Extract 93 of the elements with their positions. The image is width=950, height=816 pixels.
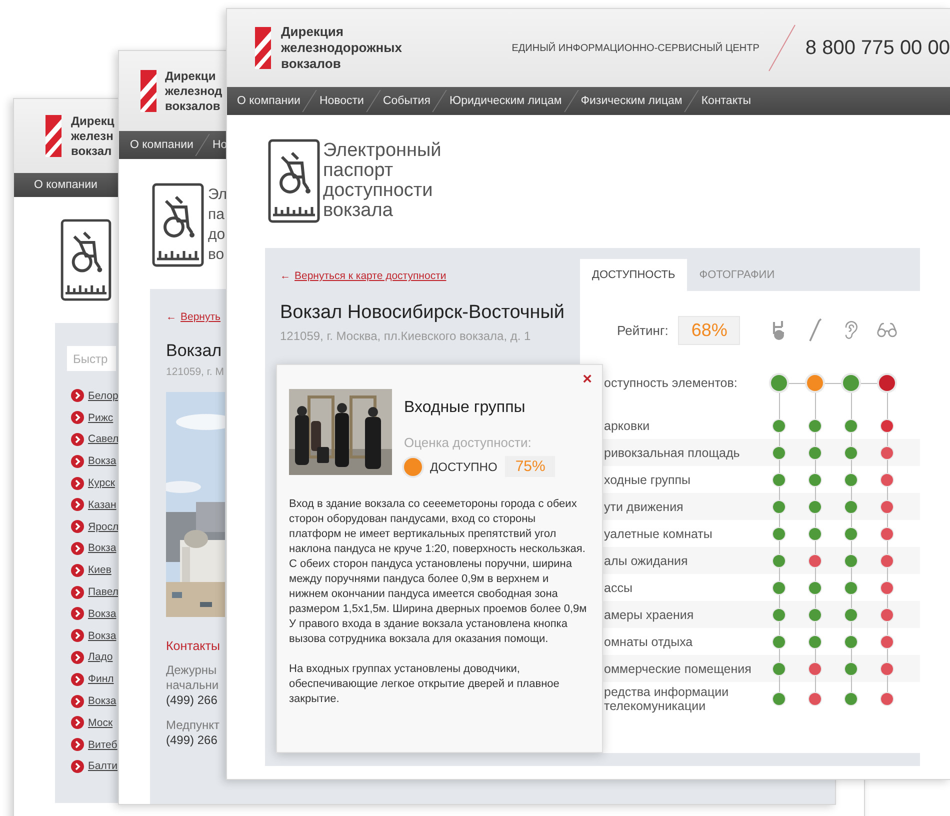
contact-phone: (499) 266 — [166, 693, 218, 708]
status-value: 75% — [505, 456, 556, 477]
wheelchair-ruler-icon — [268, 139, 320, 223]
chevron-bullet-icon — [71, 694, 84, 708]
station-link[interactable]: Курск — [88, 477, 115, 490]
chevron-bullet-icon — [71, 542, 84, 555]
rating-label: Оценка доступности: — [404, 435, 532, 450]
station-link[interactable]: Балти — [88, 760, 118, 772]
logo-text: Дирекция железнодорожных вокзалов — [281, 24, 402, 72]
rating-value: 68% — [678, 316, 740, 344]
close-button[interactable]: × — [580, 371, 594, 389]
station-link[interactable]: Вокза — [88, 542, 116, 554]
popup-title: Входные группы — [404, 399, 526, 417]
row-label: ходные группы — [604, 472, 691, 486]
chevron-bullet-icon — [71, 454, 84, 468]
chevron-bullet-icon — [71, 760, 84, 773]
station-link[interactable]: Савел — [88, 433, 119, 446]
stick-icon — [808, 318, 822, 342]
station-link[interactable]: Вокза — [88, 695, 116, 708]
station-link[interactable]: Вокза — [88, 630, 116, 642]
slash-divider — [767, 23, 798, 73]
station-link[interactable]: Витеб — [88, 738, 118, 751]
striped-logo-icon — [255, 26, 271, 70]
service-center-label: ЕДИНЫЙ ИНФОРМАЦИОННО-СЕРВИСНЫЙ ЦЕНТР — [512, 42, 760, 54]
chevron-bullet-icon — [71, 564, 84, 577]
summary-label: оступность элементов: — [604, 376, 738, 390]
striped-logo-icon — [140, 70, 157, 112]
row-label: амеры храения — [604, 608, 694, 622]
chevron-bullet-icon — [71, 498, 84, 512]
station-title: Вокзал — [166, 341, 223, 361]
wheelchair-ruler-icon — [60, 219, 112, 301]
nav-link[interactable]: О компании — [34, 179, 98, 191]
rating-label: Рейтинг: — [617, 322, 668, 338]
status-label: ДОСТУПНО — [430, 460, 498, 474]
contact-label: Медпункт — [166, 718, 221, 733]
station-link[interactable]: Вокза — [88, 608, 116, 620]
chevron-bullet-icon — [71, 672, 84, 686]
striped-logo-icon — [45, 115, 62, 157]
nav-link[interactable]: События — [382, 95, 430, 107]
station-link[interactable]: Яросл — [88, 520, 119, 533]
description-text: Вход в здание вокзала со сееемeтороны города с обеих сторон оборудован пандусами, вход со стороны платформ не имеет вертикальных препятствий угол наклона пандуса не круче 1:20, поверхность нескользкая. С обеих сторон пандуса установлены поручни, ширина между поручнями пандуса более 0,9м в верхнем и нижнем окончании пандуса имеется свободная зона размером 1,5х1,5м. Ширина дверных проемов более 0,9м У правого входа в здание вокзала установлена кнопка вызова сотрудника вокзала для оказания помощи. — [289, 497, 588, 647]
row-label: ассы — [604, 580, 632, 594]
chevron-bullet-icon — [71, 629, 84, 642]
chevron-bullet-icon — [71, 476, 84, 490]
chevron-bullet-icon — [71, 738, 84, 752]
station-link[interactable]: Финл — [88, 673, 114, 686]
chevron-bullet-icon — [71, 607, 84, 620]
wheelchair-ruler-icon — [152, 181, 204, 269]
description-text: На входных группах установлены доводчики, обеспечивающие легкое открытие дверей и плавное закрытие. — [289, 662, 560, 707]
contact-label: Дежурны начальни — [166, 663, 220, 693]
chevron-bullet-icon — [71, 650, 84, 664]
chevron-bullet-icon — [71, 411, 84, 424]
nav-link[interactable]: О компании — [237, 95, 300, 107]
row-label: ривокзальная площадь — [604, 446, 740, 460]
station-link[interactable]: Ладо — [88, 651, 113, 664]
station-link[interactable]: Павел — [88, 586, 118, 598]
logo-text: Дирекц железн вокзал — [71, 114, 114, 158]
passport-title: Эл па до во — [208, 185, 228, 265]
back-link[interactable]: ← Вернуть — [166, 311, 221, 323]
station-link[interactable]: Моск — [88, 716, 113, 729]
row-label: оммерческие помещения — [604, 662, 752, 676]
station-link[interactable]: Казан — [88, 498, 116, 511]
nav-link[interactable]: О компании — [130, 139, 194, 151]
nav-link[interactable]: Физическим лицам — [580, 95, 682, 107]
nav-link[interactable]: Юридическим лицам — [449, 95, 562, 107]
station-address: 121059, г. Москва, пл.Киевского вокзала, д. 1 — [280, 329, 532, 343]
chevron-bullet-icon — [71, 389, 84, 402]
chevron-bullet-icon — [71, 432, 84, 446]
row-label: ути движения — [604, 500, 684, 514]
back-link[interactable]: ← Вернуться к карте доступности — [280, 270, 446, 282]
search-field[interactable]: Быстр — [67, 346, 116, 371]
nav-link[interactable]: Новости — [319, 95, 364, 107]
contacts-heading: Контакты — [166, 639, 221, 653]
station-link[interactable]: Киев — [88, 564, 112, 576]
row-label: редства информации телекомуникации — [604, 685, 729, 713]
passport-title: Электронный паспорт доступности вокзала — [323, 141, 442, 221]
chevron-bullet-icon — [71, 520, 84, 534]
tab[interactable]: ДОСТУПНОСТЬ — [580, 259, 688, 291]
nav-link[interactable]: Контакты — [701, 95, 752, 107]
row-label: арковки — [604, 418, 650, 432]
row-label: алы ожидания — [604, 554, 688, 568]
row-label: уалетные комнаты — [604, 526, 712, 540]
contact-phone: (499) 266 — [166, 733, 218, 748]
logo-text: Дирекци железнод вокзалов — [165, 68, 222, 114]
chevron-bullet-icon — [71, 716, 84, 730]
station-link[interactable]: Белор — [88, 390, 118, 402]
station-address: 121059, г. М — [166, 366, 226, 378]
row-label: омнаты отдыха — [604, 634, 693, 648]
station-title: Вокзал Новосибирск-Восточный — [280, 302, 566, 324]
phone-number: 8 800 775 00 00 — [805, 36, 950, 60]
chevron-bullet-icon — [71, 586, 84, 599]
station-link[interactable]: Рижс — [88, 412, 114, 424]
station-link[interactable]: Вокза — [88, 455, 116, 468]
